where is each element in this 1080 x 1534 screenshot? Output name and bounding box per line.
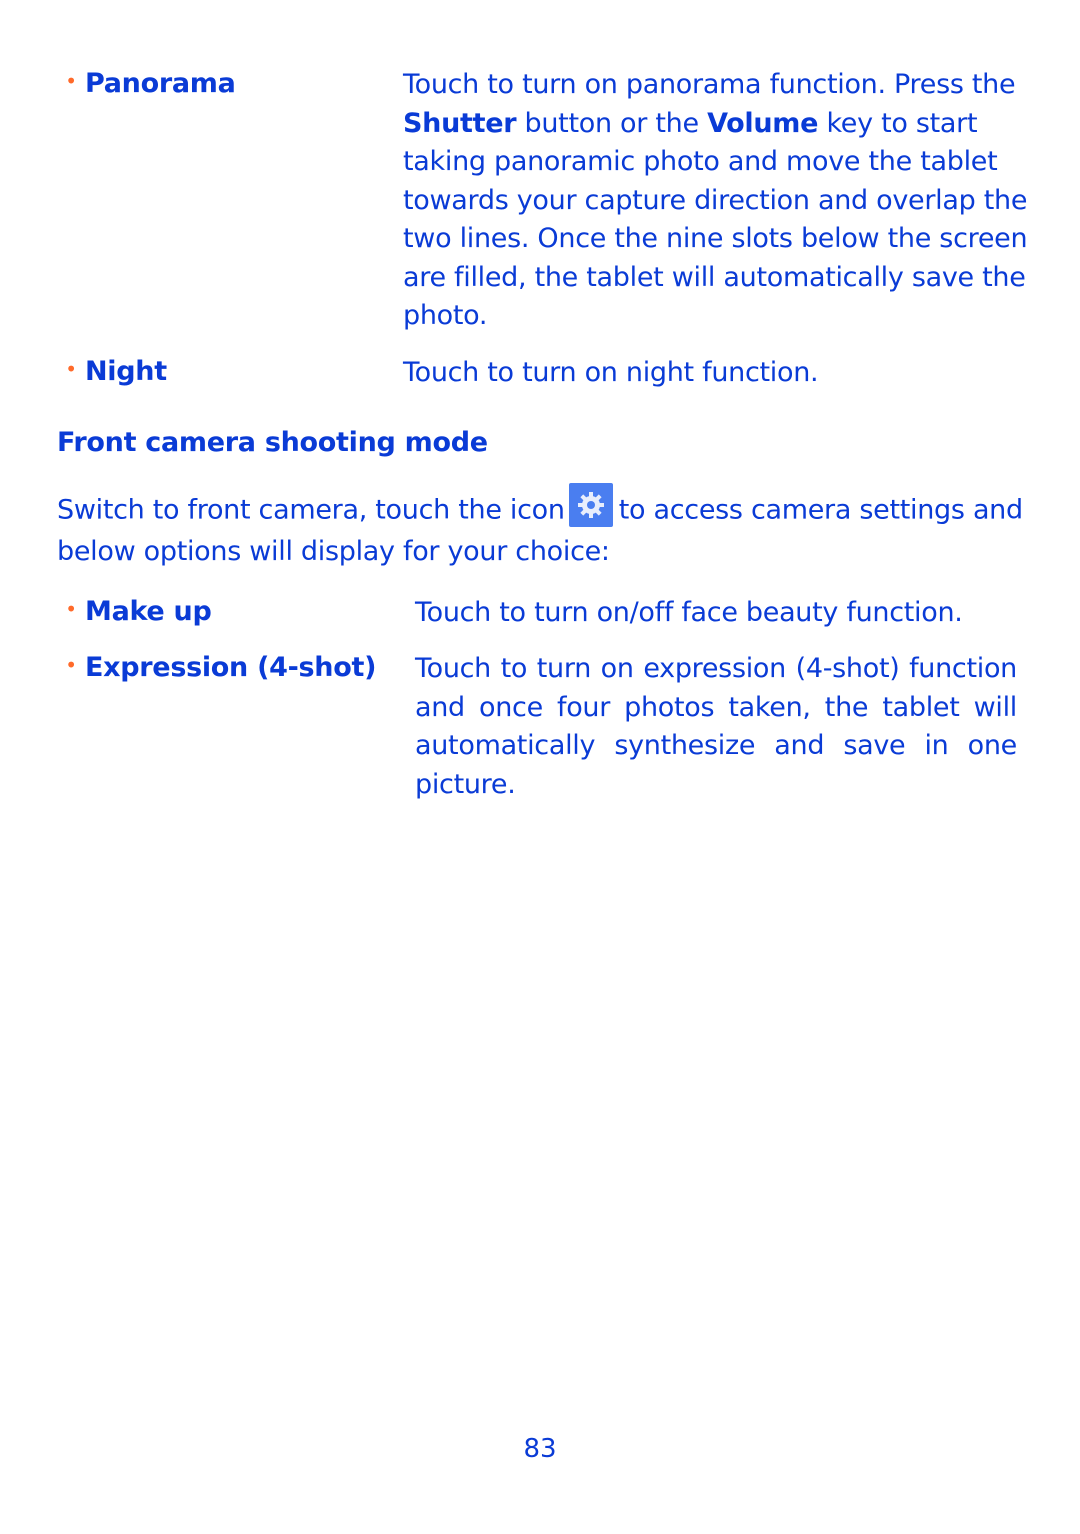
term-label: Make up (85, 596, 212, 627)
mode-term-expression: • Expression (4-shot) (57, 649, 376, 688)
settings-gear-icon (568, 483, 613, 527)
section-heading: Front camera shooting mode (57, 427, 488, 458)
term-label: Expression (4-shot) (85, 652, 377, 683)
intro-paragraph: Switch to front camera, touch the icon to… (57, 483, 1032, 572)
bullet-icon: • (65, 69, 77, 94)
desc-text: button or the (516, 107, 708, 139)
bullet-icon: • (65, 653, 77, 678)
mode-desc-make-up: Touch to turn on/off face beauty functio… (415, 597, 963, 628)
intro-text: Switch to front camera, touch the icon (57, 494, 565, 526)
volume-keyword: Volume (707, 107, 819, 139)
shutter-keyword: Shutter (403, 107, 517, 139)
mode-desc-night: Touch to turn on night function. (403, 357, 819, 388)
mode-term-make-up: • Make up (57, 593, 212, 632)
desc-text: key to start taking panoramic photo and … (403, 107, 1028, 332)
mode-term-panorama: • Panorama (57, 65, 236, 104)
term-label: Panorama (85, 68, 236, 99)
term-label: Night (85, 356, 167, 387)
desc-text: Touch to turn on panorama function. Pres… (403, 69, 1016, 100)
bullet-icon: • (65, 597, 77, 622)
mode-desc-expression: Touch to turn on expression (4-shot) fun… (415, 653, 1017, 800)
mode-term-night: • Night (57, 353, 167, 392)
mode-desc-panorama: Touch to turn on panorama function. Pres… (403, 66, 1033, 336)
bullet-icon: • (65, 357, 77, 382)
page-number: 83 (523, 1434, 557, 1464)
